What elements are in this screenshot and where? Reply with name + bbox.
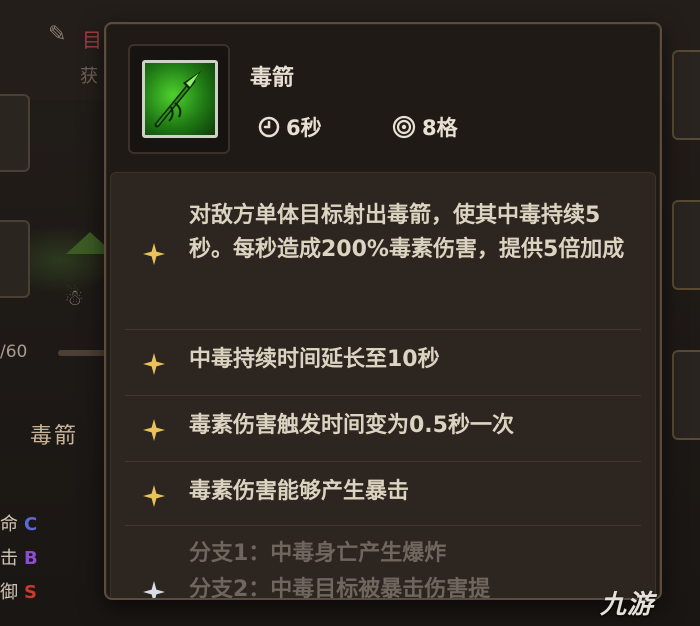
- side-slot[interactable]: [672, 50, 700, 140]
- effect-text: 毒素伤害能够产生暴击: [189, 479, 410, 504]
- gold-star-icon: [143, 485, 165, 507]
- side-slot[interactable]: [672, 200, 700, 290]
- stat-grade: C: [24, 514, 38, 535]
- stat-row: 御S: [0, 578, 37, 604]
- branch-text: 分支2：中毒目标被暴击伤害提: [189, 577, 491, 600]
- skill-tooltip: 毒箭 6秒 8格 对敌方单体目标射出毒箭，使其中毒持续5秒。每秒造成200%毒素…: [104, 22, 662, 600]
- stat-grade: B: [24, 548, 38, 569]
- branch-text: 分支1：中毒身亡产生爆炸: [189, 541, 447, 566]
- clock-icon: [258, 116, 280, 138]
- skill-title: 毒箭: [250, 66, 295, 91]
- skill-slot[interactable]: 🔒︎ -9: [0, 94, 30, 172]
- energy-counter: /60: [0, 342, 28, 362]
- stat-label: 击: [0, 548, 18, 569]
- side-slot[interactable]: [672, 350, 700, 440]
- gold-star-icon: [143, 243, 165, 265]
- effect-text: 中毒持续时间延长至10秒: [189, 347, 440, 372]
- divider: [125, 329, 641, 330]
- effect-text: 毒素伤害触发时间变为0.5秒一次: [189, 413, 514, 438]
- edit-icon[interactable]: ✎: [48, 22, 74, 48]
- effect-text: 对敌方单体目标射出毒箭，使其中毒持续5秒。每秒造成200%毒素伤害，提供5倍加成: [189, 203, 625, 262]
- divider: [125, 461, 641, 462]
- cooldown-value: 6秒: [286, 116, 322, 140]
- energy-bar: [58, 350, 108, 356]
- range-stat: 8格: [392, 112, 458, 142]
- character-icon: ☃: [64, 286, 84, 311]
- watermark: 九游: [600, 590, 655, 620]
- stat-label: 命: [0, 514, 18, 535]
- effects-panel: 对敌方单体目标射出毒箭，使其中毒持续5秒。每秒造成200%毒素伤害，提供5倍加成…: [110, 172, 656, 600]
- silver-star-icon: [143, 581, 165, 598]
- header-label: 获: [80, 66, 98, 87]
- stat-label: 御: [0, 582, 18, 603]
- selected-skill-name[interactable]: 毒箭: [30, 418, 78, 450]
- divider: [125, 395, 641, 396]
- stat-row: 命C: [0, 510, 37, 536]
- range-value: 8格: [422, 116, 458, 140]
- gold-star-icon: [143, 353, 165, 375]
- poison-arrow-icon: [142, 60, 218, 138]
- skill-slot[interactable]: 🔒︎ -5: [0, 220, 30, 298]
- skill-icon-frame: [128, 44, 230, 154]
- cooldown-stat: 6秒: [258, 112, 322, 142]
- stat-row: 击B: [0, 544, 38, 570]
- target-icon: [392, 115, 416, 139]
- divider: [125, 525, 641, 526]
- header-tag: 目: [82, 28, 102, 52]
- stat-grade: S: [24, 582, 37, 603]
- gold-star-icon: [143, 419, 165, 441]
